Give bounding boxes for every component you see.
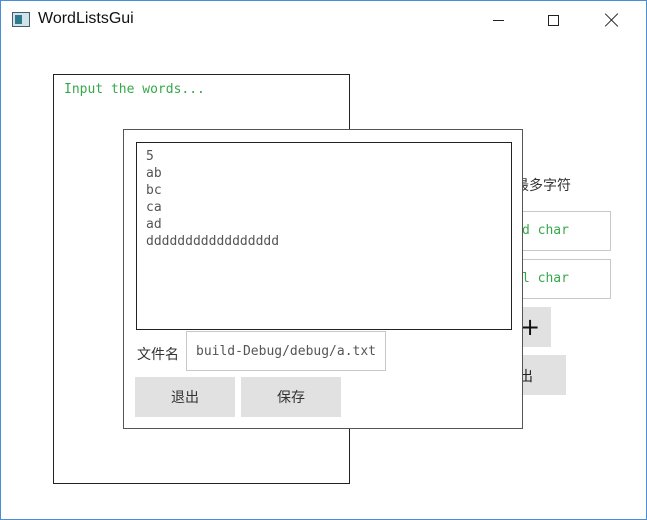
file-dialog: 5 ab bc ca ad ddddddddddddddddd 文件名 buil… xyxy=(123,129,523,429)
window-title: WordListsGui xyxy=(38,10,134,27)
minimize-icon xyxy=(493,20,504,21)
words-input-placeholder: Input the words... xyxy=(64,82,205,97)
end-char-placeholder: l char xyxy=(522,271,569,286)
file-name-value: build-Debug/debug/a.txt xyxy=(196,344,377,359)
dialog-save-label: 保存 xyxy=(277,390,305,406)
content-line: bc xyxy=(146,183,162,198)
end-char-field[interactable]: l char xyxy=(509,259,611,299)
content-line: ddddddddddddddddd xyxy=(146,234,280,249)
title-bar[interactable]: WordListsGui xyxy=(1,1,646,39)
maximize-button[interactable] xyxy=(526,1,581,39)
app-window-icon xyxy=(12,12,30,27)
maximize-icon xyxy=(548,14,559,26)
file-name-label: 文件名 xyxy=(137,347,179,363)
close-icon xyxy=(605,13,619,27)
start-char-field[interactable]: d char xyxy=(509,211,611,251)
close-button[interactable] xyxy=(584,1,639,39)
start-char-placeholder: d char xyxy=(522,223,569,238)
file-content-area[interactable]: 5 ab bc ca ad ddddddddddddddddd xyxy=(136,142,512,330)
minimize-button[interactable] xyxy=(471,1,526,39)
content-line: ad xyxy=(146,217,162,232)
content-line: ca xyxy=(146,200,162,215)
dialog-exit-button[interactable]: 退出 xyxy=(135,377,235,417)
file-name-input[interactable]: build-Debug/debug/a.txt xyxy=(186,331,386,371)
content-line: ab xyxy=(146,166,162,181)
content-line: 5 xyxy=(146,149,154,164)
dialog-save-button[interactable]: 保存 xyxy=(241,377,341,417)
dialog-exit-label: 退出 xyxy=(171,390,199,406)
main-window: WordListsGui Input the words... 最多字符 d c… xyxy=(0,0,647,520)
max-chars-label: 最多字符 xyxy=(515,178,571,194)
